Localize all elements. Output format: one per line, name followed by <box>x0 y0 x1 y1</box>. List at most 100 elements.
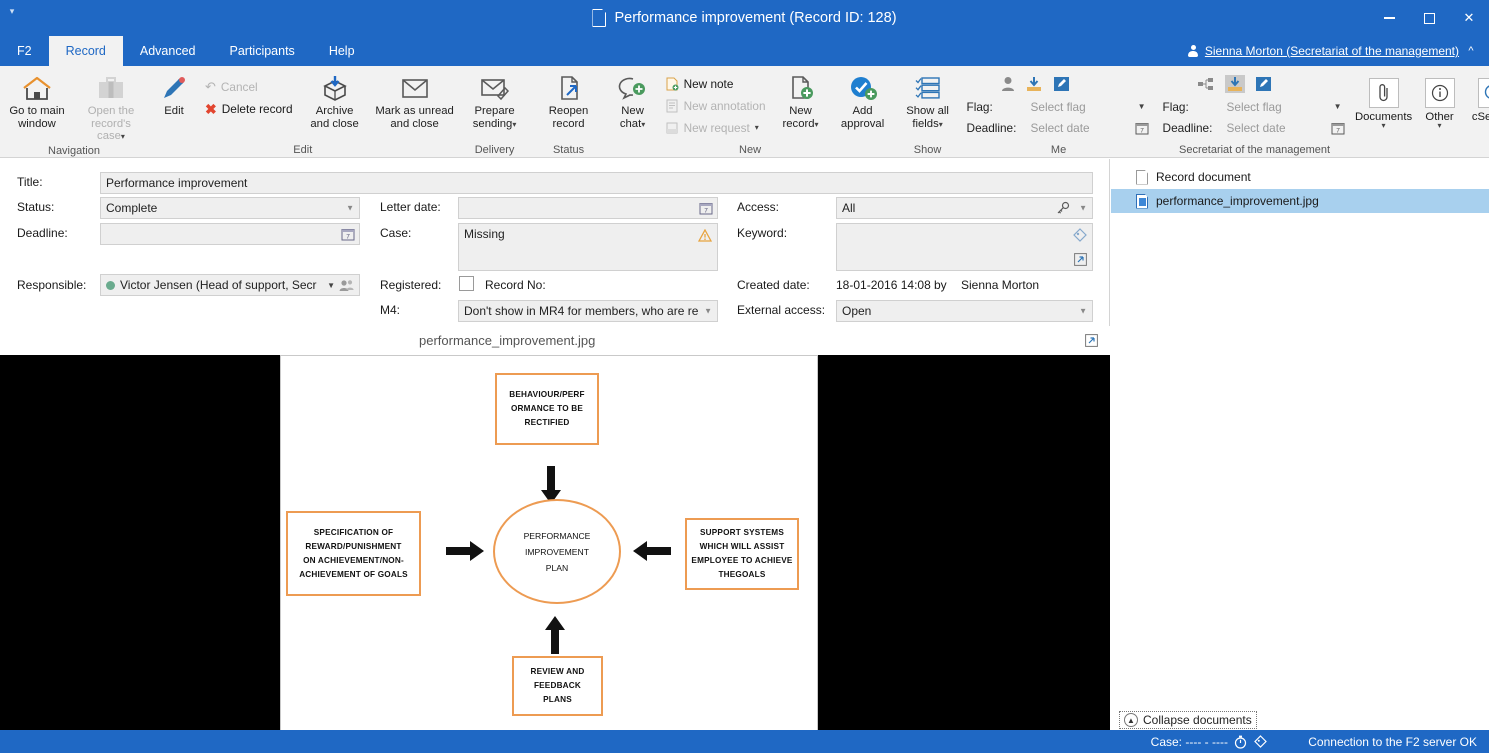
secretariat-deadline-row[interactable]: Deadline: Select date 7 <box>1163 117 1347 138</box>
new-request-button[interactable]: New request ▾ <box>660 117 771 139</box>
mark-unread-label-2: and close <box>390 118 438 130</box>
case-field-label: Case: <box>380 226 411 240</box>
me-deadline-value: Select date <box>1031 121 1127 135</box>
new-record-button[interactable]: New record▾ <box>771 70 831 130</box>
status-case-group: Case: ---- - ---- <box>1151 735 1267 749</box>
csearch-button[interactable]: cSearch ▾ <box>1465 74 1489 129</box>
close-icon[interactable]: ✕ <box>1449 0 1489 36</box>
people-picker-icon[interactable] <box>339 279 354 292</box>
tab-f2[interactable]: F2 <box>0 36 49 66</box>
add-approval-button[interactable]: Add approval <box>831 70 895 130</box>
chevron-down-icon[interactable]: ▼ <box>327 281 335 290</box>
quick-access-toolbar-icon[interactable]: ▾ <box>4 4 20 18</box>
chat-plus-icon <box>618 73 648 103</box>
approval-check-icon <box>848 73 878 103</box>
tab-advanced[interactable]: Advanced <box>123 36 213 66</box>
title-input[interactable]: Performance improvement <box>100 172 1093 194</box>
tag-icon[interactable] <box>1253 735 1267 748</box>
f2-record-window: ▾ Performance improvement (Record ID: 12… <box>0 0 1489 753</box>
me-edit-flag-icon[interactable] <box>1053 76 1070 92</box>
edit-button[interactable]: Edit <box>148 70 200 118</box>
open-records-case-button[interactable]: Open the record's case▾ <box>74 70 148 143</box>
secretariat-edit-flag-icon[interactable] <box>1255 76 1272 92</box>
new-request-label: New request <box>684 121 750 135</box>
envelope-icon <box>399 73 431 103</box>
status-dropdown[interactable]: Complete ▼ <box>100 197 360 219</box>
chevron-down-icon: ▼ <box>1079 204 1087 213</box>
prepare-sending-button[interactable]: Prepare sending▾ <box>458 70 532 130</box>
new-chat-button[interactable]: New chat▾ <box>606 70 660 130</box>
svg-text:7: 7 <box>1140 127 1144 134</box>
minimize-button[interactable] <box>1369 0 1409 36</box>
svg-text:7: 7 <box>346 234 350 241</box>
registered-checkbox[interactable] <box>459 276 474 291</box>
diagram-box-left-line4: ACHIEVEMENT OF GOALS <box>299 570 408 579</box>
access-value: All <box>842 201 855 215</box>
case-input[interactable]: Missing <box>458 223 718 271</box>
collapse-documents-button[interactable]: ▲ Collapse documents <box>1119 711 1257 729</box>
documents-dropdown-icon[interactable]: ▾ <box>1382 123 1386 129</box>
diagram-box-bottom-line3: PLANS <box>543 695 572 704</box>
open-in-new-window-icon[interactable] <box>1085 334 1098 347</box>
responsible-picker[interactable]: Victor Jensen (Head of support, Secr ▼ <box>100 274 360 296</box>
archive-box-icon <box>319 73 351 103</box>
deadline-input[interactable]: 7 <box>100 223 360 245</box>
secretariat-flag-row[interactable]: Flag: Select flag ▼ <box>1163 96 1347 117</box>
expand-keyword-icon[interactable] <box>1074 253 1087 266</box>
keyword-input[interactable] <box>836 223 1093 271</box>
tag-icon[interactable] <box>1072 228 1087 242</box>
note-plus-icon <box>665 77 679 91</box>
key-icon[interactable] <box>1056 202 1070 215</box>
go-to-main-window-label-2: window <box>18 118 56 130</box>
me-flag-set-icon[interactable] <box>1025 76 1043 92</box>
document-list-item-attachment[interactable]: performance_improvement.jpg <box>1111 189 1489 213</box>
document-list-item-record[interactable]: Record document <box>1111 165 1489 189</box>
ribbon-group-edit: Edit ↶ Cancel ✖ Delete record <box>148 66 458 158</box>
status-bar: Case: ---- - ---- Connection to the F2 s… <box>0 730 1489 753</box>
cancel-label: Cancel <box>221 80 258 94</box>
new-annotation-label: New annotation <box>684 99 766 113</box>
documents-button[interactable]: Documents ▾ <box>1353 74 1415 129</box>
tab-help[interactable]: Help <box>312 36 372 66</box>
title-bar: ▾ Performance improvement (Record ID: 12… <box>0 0 1489 36</box>
chevron-up-icon[interactable]: ^ <box>1461 36 1481 66</box>
me-deadline-row[interactable]: Deadline: Select date 7 <box>967 117 1151 138</box>
other-dropdown-icon[interactable]: ▾ <box>1438 123 1442 129</box>
diagram-box-right-line3: EMPLOYEE TO ACHIEVE <box>691 556 792 565</box>
ribbon: Go to main window Open the reco <box>0 66 1489 158</box>
archive-and-close-button[interactable]: Archive and close <box>298 70 372 130</box>
secretariat-flag-set-icon[interactable] <box>1225 75 1245 93</box>
diagram-box-left-line1: SPECIFICATION OF <box>314 528 393 537</box>
current-user-link[interactable]: Sienna Morton (Secretariat of the manage… <box>1188 36 1459 66</box>
tab-participants[interactable]: Participants <box>213 36 312 66</box>
new-note-button[interactable]: New note <box>660 73 771 95</box>
tab-record[interactable]: Record <box>49 36 123 66</box>
go-to-main-window-button[interactable]: Go to main window <box>0 70 74 130</box>
external-access-dropdown[interactable]: Open ▼ <box>836 300 1093 322</box>
reopen-record-button[interactable]: Reopen record <box>532 70 606 130</box>
stopwatch-icon[interactable] <box>1234 735 1247 749</box>
me-flag-row[interactable]: Flag: Select flag ▼ <box>967 96 1151 117</box>
maximize-button[interactable] <box>1409 0 1449 36</box>
other-button[interactable]: Other ▾ <box>1415 74 1465 129</box>
ribbon-group-delivery-title: Delivery <box>458 142 532 158</box>
access-dropdown[interactable]: All ▼ <box>836 197 1093 219</box>
cancel-button[interactable]: ↶ Cancel <box>200 76 298 98</box>
me-flag-dropdown-icon[interactable]: ▼ <box>1133 103 1151 111</box>
add-approval-label-2: approval <box>841 118 884 130</box>
show-all-fields-button[interactable]: Show all fields▾ <box>895 70 961 130</box>
secretariat-calendar-icon[interactable]: 7 <box>1329 121 1347 135</box>
new-annotation-button[interactable]: New annotation <box>660 95 771 117</box>
calendar-icon[interactable]: 7 <box>699 201 713 215</box>
show-all-fields-label-2: fields <box>912 118 938 130</box>
secretariat-flag-dropdown-icon[interactable]: ▼ <box>1329 103 1347 111</box>
status-case-text: Case: ---- - ---- <box>1151 735 1228 749</box>
delete-record-button[interactable]: ✖ Delete record <box>200 98 298 120</box>
ribbon-group-secretariat: Flag: Select flag ▼ Deadline: Select dat… <box>1157 66 1353 158</box>
me-calendar-icon[interactable]: 7 <box>1133 121 1151 135</box>
document-preview[interactable]: BEHAVIOUR/PERF ORMANCE TO BE RECTIFIED S… <box>0 355 1110 735</box>
m4-dropdown[interactable]: Don't show in MR4 for members, who are r… <box>458 300 718 322</box>
letter-date-input[interactable]: 7 <box>458 197 718 219</box>
calendar-icon[interactable]: 7 <box>341 227 355 241</box>
mark-as-unread-and-close-button[interactable]: Mark as unread and close <box>372 70 458 130</box>
